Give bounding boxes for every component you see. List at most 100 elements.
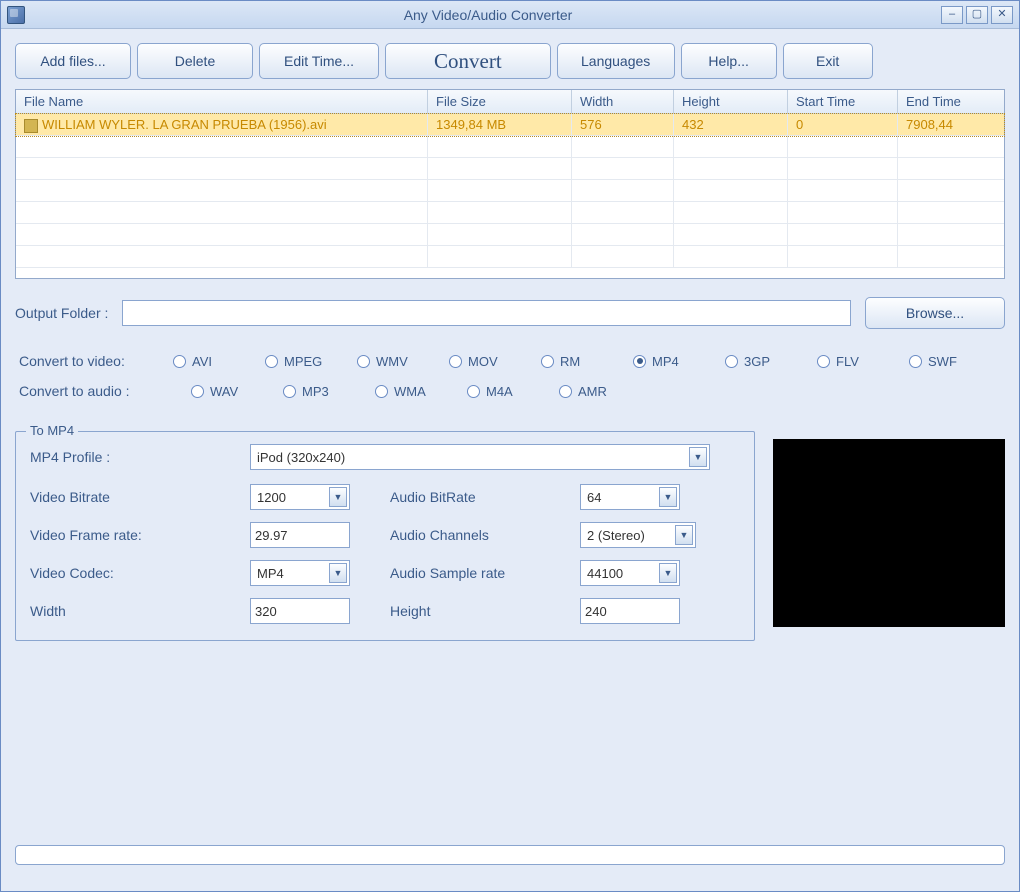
- delete-button[interactable]: Delete: [137, 43, 253, 79]
- header-file-name[interactable]: File Name: [16, 90, 428, 113]
- audio-sample-rate-label: Audio Sample rate: [390, 565, 580, 581]
- width-input[interactable]: [250, 598, 350, 624]
- minimize-button[interactable]: –: [941, 6, 963, 24]
- table-row[interactable]: [16, 202, 1004, 224]
- table-row[interactable]: [16, 180, 1004, 202]
- audio-format-wav[interactable]: WAV: [191, 384, 283, 399]
- radio-label: WMA: [394, 384, 426, 399]
- cell-file-size: 1349,84 MB: [428, 114, 572, 136]
- audio-sample-rate-dropdown[interactable]: 44100▼: [580, 560, 680, 586]
- edit-time-button[interactable]: Edit Time...: [259, 43, 379, 79]
- video-format-flv[interactable]: FLV: [817, 354, 909, 369]
- video-bitrate-dropdown[interactable]: 1200▼: [250, 484, 350, 510]
- header-end-time[interactable]: End Time: [898, 90, 1004, 113]
- height-label: Height: [390, 603, 580, 619]
- radio-label: M4A: [486, 384, 513, 399]
- profile-row: MP4 Profile : iPod (320x240) ▼: [30, 444, 740, 470]
- audio-sample-rate-value: 44100: [587, 566, 659, 581]
- encoding-fieldset: To MP4 MP4 Profile : iPod (320x240) ▼ Vi…: [15, 431, 755, 641]
- audio-channels-label: Audio Channels: [390, 527, 580, 543]
- audio-format-wma[interactable]: WMA: [375, 384, 467, 399]
- video-format-mp4[interactable]: MP4: [633, 354, 725, 369]
- help-button[interactable]: Help...: [681, 43, 777, 79]
- video-frame-rate-input[interactable]: [250, 522, 350, 548]
- audio-format-label: Convert to audio :: [19, 383, 191, 399]
- video-bitrate-label: Video Bitrate: [30, 489, 250, 505]
- radio-icon: [265, 355, 278, 368]
- table-row[interactable]: [16, 246, 1004, 268]
- exit-button[interactable]: Exit: [783, 43, 873, 79]
- radio-icon: [449, 355, 462, 368]
- radio-icon: [173, 355, 186, 368]
- table-header: File Name File Size Width Height Start T…: [16, 90, 1004, 114]
- browse-button[interactable]: Browse...: [865, 297, 1005, 329]
- chevron-down-icon: ▼: [659, 487, 677, 507]
- radio-icon: [375, 385, 388, 398]
- table-row[interactable]: [16, 136, 1004, 158]
- radio-label: AMR: [578, 384, 607, 399]
- radio-icon: [191, 385, 204, 398]
- audio-bitrate-label: Audio BitRate: [390, 489, 580, 505]
- radio-label: MP4: [652, 354, 679, 369]
- audio-bitrate-dropdown[interactable]: 64▼: [580, 484, 680, 510]
- radio-icon: [283, 385, 296, 398]
- audio-format-mp3[interactable]: MP3: [283, 384, 375, 399]
- table-row[interactable]: [16, 224, 1004, 246]
- video-format-mpeg[interactable]: MPEG: [265, 354, 357, 369]
- maximize-button[interactable]: ▢: [966, 6, 988, 24]
- convert-button[interactable]: Convert: [385, 43, 551, 79]
- radio-label: MPEG: [284, 354, 322, 369]
- output-folder-label: Output Folder :: [15, 305, 108, 321]
- header-height[interactable]: Height: [674, 90, 788, 113]
- width-label: Width: [30, 603, 250, 619]
- height-input[interactable]: [580, 598, 680, 624]
- radio-label: SWF: [928, 354, 957, 369]
- languages-button[interactable]: Languages: [557, 43, 675, 79]
- radio-label: MOV: [468, 354, 498, 369]
- chevron-down-icon: ▼: [329, 563, 347, 583]
- profile-label: MP4 Profile :: [30, 449, 250, 465]
- cell-end-time: 7908,44: [898, 114, 1004, 136]
- output-folder-input[interactable]: [122, 300, 851, 326]
- radio-icon: [541, 355, 554, 368]
- video-codec-dropdown[interactable]: MP4▼: [250, 560, 350, 586]
- audio-format-m4a[interactable]: M4A: [467, 384, 559, 399]
- radio-icon: [633, 355, 646, 368]
- video-format-wmv[interactable]: WMV: [357, 354, 449, 369]
- radio-icon: [467, 385, 480, 398]
- audio-format-amr[interactable]: AMR: [559, 384, 651, 399]
- cell-file-name-text: WILLIAM WYLER. LA GRAN PRUEBA (1956).avi: [42, 117, 327, 132]
- video-format-3gp[interactable]: 3GP: [725, 354, 817, 369]
- cell-start-time: 0: [788, 114, 898, 136]
- radio-label: MP3: [302, 384, 329, 399]
- video-bitrate-value: 1200: [257, 490, 329, 505]
- app-window: Any Video/Audio Converter – ▢ ✕ Add file…: [0, 0, 1020, 892]
- video-format-row: Convert to video: AVI MPEG WMV MOV RM MP4 3GP F…: [19, 353, 1001, 369]
- audio-channels-dropdown[interactable]: 2 (Stereo)▼: [580, 522, 696, 548]
- radio-icon: [725, 355, 738, 368]
- video-format-mov[interactable]: MOV: [449, 354, 541, 369]
- progress-bar: [15, 845, 1005, 865]
- settings-grid: Video Bitrate 1200▼ Audio BitRate 64▼ Vi…: [30, 484, 740, 624]
- video-format-group: AVI MPEG WMV MOV RM MP4 3GP FLV SWF: [173, 354, 1001, 369]
- audio-channels-value: 2 (Stereo): [587, 528, 675, 543]
- header-width[interactable]: Width: [572, 90, 674, 113]
- radio-label: FLV: [836, 354, 859, 369]
- video-format-swf[interactable]: SWF: [909, 354, 1001, 369]
- video-format-label: Convert to video:: [19, 353, 173, 369]
- video-format-rm[interactable]: RM: [541, 354, 633, 369]
- table-row[interactable]: [16, 158, 1004, 180]
- profile-dropdown[interactable]: iPod (320x240) ▼: [250, 444, 710, 470]
- progress-area: [15, 805, 1005, 865]
- add-files-button[interactable]: Add files...: [15, 43, 131, 79]
- chevron-down-icon: ▼: [689, 447, 707, 467]
- header-start-time[interactable]: Start Time: [788, 90, 898, 113]
- radio-icon: [817, 355, 830, 368]
- close-button[interactable]: ✕: [991, 6, 1013, 24]
- header-file-size[interactable]: File Size: [428, 90, 572, 113]
- video-format-avi[interactable]: AVI: [173, 354, 265, 369]
- radio-label: WMV: [376, 354, 408, 369]
- video-codec-value: MP4: [257, 566, 329, 581]
- audio-format-row: Convert to audio : WAV MP3 WMA M4A AMR: [19, 383, 1001, 399]
- table-row[interactable]: WILLIAM WYLER. LA GRAN PRUEBA (1956).avi…: [16, 114, 1004, 136]
